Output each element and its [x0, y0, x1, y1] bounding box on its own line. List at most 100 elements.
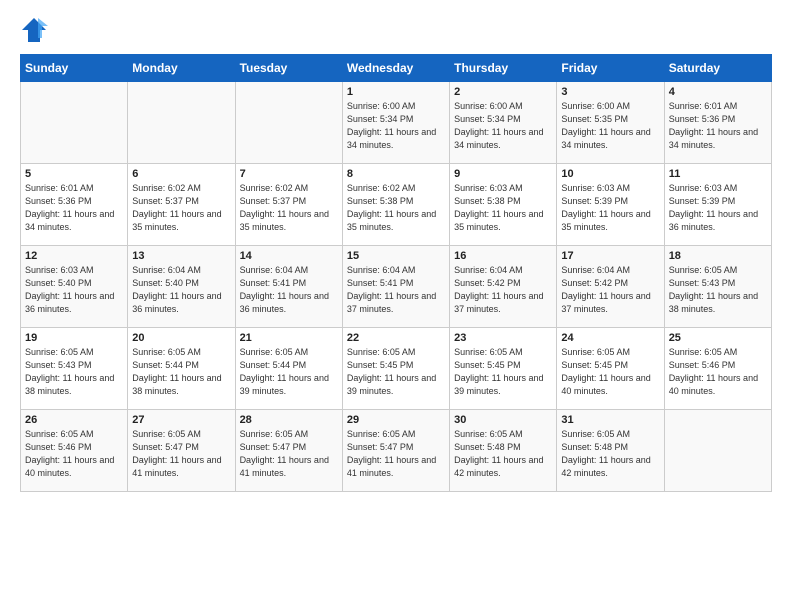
cell-content: Sunrise: 6:03 AM Sunset: 5:39 PM Dayligh…	[669, 182, 767, 234]
calendar-cell	[21, 82, 128, 164]
cell-content: Sunrise: 6:04 AM Sunset: 5:42 PM Dayligh…	[561, 264, 659, 316]
day-number: 9	[454, 168, 552, 180]
cell-content: Sunrise: 6:02 AM Sunset: 5:37 PM Dayligh…	[240, 182, 338, 234]
day-number: 13	[132, 250, 230, 262]
cell-content: Sunrise: 6:00 AM Sunset: 5:34 PM Dayligh…	[454, 100, 552, 152]
cell-content: Sunrise: 6:04 AM Sunset: 5:41 PM Dayligh…	[240, 264, 338, 316]
day-number: 8	[347, 168, 445, 180]
calendar-cell: 15 Sunrise: 6:04 AM Sunset: 5:41 PM Dayli…	[342, 246, 449, 328]
calendar-cell: 27 Sunrise: 6:05 AM Sunset: 5:47 PM Dayli…	[128, 410, 235, 492]
day-number: 21	[240, 332, 338, 344]
day-number: 12	[25, 250, 123, 262]
day-number: 6	[132, 168, 230, 180]
cell-content: Sunrise: 6:05 AM Sunset: 5:47 PM Dayligh…	[132, 428, 230, 480]
day-number: 27	[132, 414, 230, 426]
calendar-cell: 17 Sunrise: 6:04 AM Sunset: 5:42 PM Dayli…	[557, 246, 664, 328]
day-number: 28	[240, 414, 338, 426]
header	[20, 16, 772, 44]
day-of-week-header: Friday	[557, 55, 664, 82]
cell-content: Sunrise: 6:01 AM Sunset: 5:36 PM Dayligh…	[25, 182, 123, 234]
day-number: 30	[454, 414, 552, 426]
calendar-cell: 24 Sunrise: 6:05 AM Sunset: 5:45 PM Dayli…	[557, 328, 664, 410]
cell-content: Sunrise: 6:05 AM Sunset: 5:47 PM Dayligh…	[347, 428, 445, 480]
day-number: 3	[561, 86, 659, 98]
cell-content: Sunrise: 6:04 AM Sunset: 5:42 PM Dayligh…	[454, 264, 552, 316]
logo	[20, 16, 52, 44]
cell-content: Sunrise: 6:04 AM Sunset: 5:41 PM Dayligh…	[347, 264, 445, 316]
day-number: 29	[347, 414, 445, 426]
day-number: 2	[454, 86, 552, 98]
cell-content: Sunrise: 6:02 AM Sunset: 5:37 PM Dayligh…	[132, 182, 230, 234]
day-number: 7	[240, 168, 338, 180]
cell-content: Sunrise: 6:05 AM Sunset: 5:48 PM Dayligh…	[454, 428, 552, 480]
day-number: 19	[25, 332, 123, 344]
calendar-week-row: 19 Sunrise: 6:05 AM Sunset: 5:43 PM Dayli…	[21, 328, 772, 410]
calendar-cell: 2 Sunrise: 6:00 AM Sunset: 5:34 PM Daylig…	[450, 82, 557, 164]
calendar-cell: 16 Sunrise: 6:04 AM Sunset: 5:42 PM Dayli…	[450, 246, 557, 328]
calendar-table: SundayMondayTuesdayWednesdayThursdayFrid…	[20, 54, 772, 492]
day-number: 11	[669, 168, 767, 180]
day-number: 5	[25, 168, 123, 180]
day-number: 25	[669, 332, 767, 344]
day-of-week-header: Thursday	[450, 55, 557, 82]
cell-content: Sunrise: 6:05 AM Sunset: 5:46 PM Dayligh…	[669, 346, 767, 398]
day-number: 17	[561, 250, 659, 262]
cell-content: Sunrise: 6:05 AM Sunset: 5:44 PM Dayligh…	[132, 346, 230, 398]
day-of-week-header: Saturday	[664, 55, 771, 82]
calendar-body: 1Sunrise: 6:00 AM Sunset: 5:34 PM Daylig…	[21, 82, 772, 492]
calendar-cell: 20 Sunrise: 6:05 AM Sunset: 5:44 PM Dayli…	[128, 328, 235, 410]
calendar-cell: 23 Sunrise: 6:05 AM Sunset: 5:45 PM Dayli…	[450, 328, 557, 410]
day-of-week-header: Tuesday	[235, 55, 342, 82]
page: SundayMondayTuesdayWednesdayThursdayFrid…	[0, 0, 792, 612]
day-number: 15	[347, 250, 445, 262]
cell-content: Sunrise: 6:03 AM Sunset: 5:39 PM Dayligh…	[561, 182, 659, 234]
calendar-cell: 26 Sunrise: 6:05 AM Sunset: 5:46 PM Dayli…	[21, 410, 128, 492]
calendar-cell: 9 Sunrise: 6:03 AM Sunset: 5:38 PM Daylig…	[450, 164, 557, 246]
cell-content: Sunrise: 6:00 AM Sunset: 5:35 PM Dayligh…	[561, 100, 659, 152]
calendar-header: SundayMondayTuesdayWednesdayThursdayFrid…	[21, 55, 772, 82]
calendar-cell: 21 Sunrise: 6:05 AM Sunset: 5:44 PM Dayli…	[235, 328, 342, 410]
day-number: 20	[132, 332, 230, 344]
calendar-week-row: 26 Sunrise: 6:05 AM Sunset: 5:46 PM Dayli…	[21, 410, 772, 492]
calendar-week-row: 12Sunrise: 6:03 AM Sunset: 5:40 PM Dayli…	[21, 246, 772, 328]
calendar-cell: 28Sunrise: 6:05 AM Sunset: 5:47 PM Dayli…	[235, 410, 342, 492]
calendar-cell: 10 Sunrise: 6:03 AM Sunset: 5:39 PM Dayli…	[557, 164, 664, 246]
cell-content: Sunrise: 6:05 AM Sunset: 5:45 PM Dayligh…	[561, 346, 659, 398]
cell-content: Sunrise: 6:05 AM Sunset: 5:43 PM Dayligh…	[25, 346, 123, 398]
day-number: 26	[25, 414, 123, 426]
cell-content: Sunrise: 6:03 AM Sunset: 5:38 PM Dayligh…	[454, 182, 552, 234]
day-number: 16	[454, 250, 552, 262]
day-number: 18	[669, 250, 767, 262]
calendar-cell: 13Sunrise: 6:04 AM Sunset: 5:40 PM Dayli…	[128, 246, 235, 328]
day-number: 23	[454, 332, 552, 344]
calendar-cell	[235, 82, 342, 164]
cell-content: Sunrise: 6:05 AM Sunset: 5:46 PM Dayligh…	[25, 428, 123, 480]
calendar-cell: 25 Sunrise: 6:05 AM Sunset: 5:46 PM Dayli…	[664, 328, 771, 410]
calendar-cell: 31Sunrise: 6:05 AM Sunset: 5:48 PM Dayli…	[557, 410, 664, 492]
cell-content: Sunrise: 6:05 AM Sunset: 5:45 PM Dayligh…	[454, 346, 552, 398]
calendar-cell: 12Sunrise: 6:03 AM Sunset: 5:40 PM Dayli…	[21, 246, 128, 328]
day-number: 22	[347, 332, 445, 344]
calendar-cell: 19 Sunrise: 6:05 AM Sunset: 5:43 PM Dayli…	[21, 328, 128, 410]
calendar-cell: 7 Sunrise: 6:02 AM Sunset: 5:37 PM Daylig…	[235, 164, 342, 246]
cell-content: Sunrise: 6:05 AM Sunset: 5:43 PM Dayligh…	[669, 264, 767, 316]
calendar-cell	[664, 410, 771, 492]
cell-content: Sunrise: 6:05 AM Sunset: 5:45 PM Dayligh…	[347, 346, 445, 398]
calendar-week-row: 1Sunrise: 6:00 AM Sunset: 5:34 PM Daylig…	[21, 82, 772, 164]
calendar-cell: 30 Sunrise: 6:05 AM Sunset: 5:48 PM Dayli…	[450, 410, 557, 492]
day-number: 24	[561, 332, 659, 344]
cell-content: Sunrise: 6:00 AM Sunset: 5:34 PM Dayligh…	[347, 100, 445, 152]
cell-content: Sunrise: 6:05 AM Sunset: 5:48 PM Dayligh…	[561, 428, 659, 480]
calendar-cell: 4Sunrise: 6:01 AM Sunset: 5:36 PM Daylig…	[664, 82, 771, 164]
calendar-cell: 1Sunrise: 6:00 AM Sunset: 5:34 PM Daylig…	[342, 82, 449, 164]
day-of-week-header: Monday	[128, 55, 235, 82]
calendar-cell: 14Sunrise: 6:04 AM Sunset: 5:41 PM Dayli…	[235, 246, 342, 328]
calendar-cell: 29 Sunrise: 6:05 AM Sunset: 5:47 PM Dayli…	[342, 410, 449, 492]
calendar-cell: 11 Sunrise: 6:03 AM Sunset: 5:39 PM Dayli…	[664, 164, 771, 246]
calendar-cell	[128, 82, 235, 164]
calendar-cell: 6 Sunrise: 6:02 AM Sunset: 5:37 PM Daylig…	[128, 164, 235, 246]
cell-content: Sunrise: 6:02 AM Sunset: 5:38 PM Dayligh…	[347, 182, 445, 234]
cell-content: Sunrise: 6:05 AM Sunset: 5:44 PM Dayligh…	[240, 346, 338, 398]
day-number: 10	[561, 168, 659, 180]
cell-content: Sunrise: 6:01 AM Sunset: 5:36 PM Dayligh…	[669, 100, 767, 152]
